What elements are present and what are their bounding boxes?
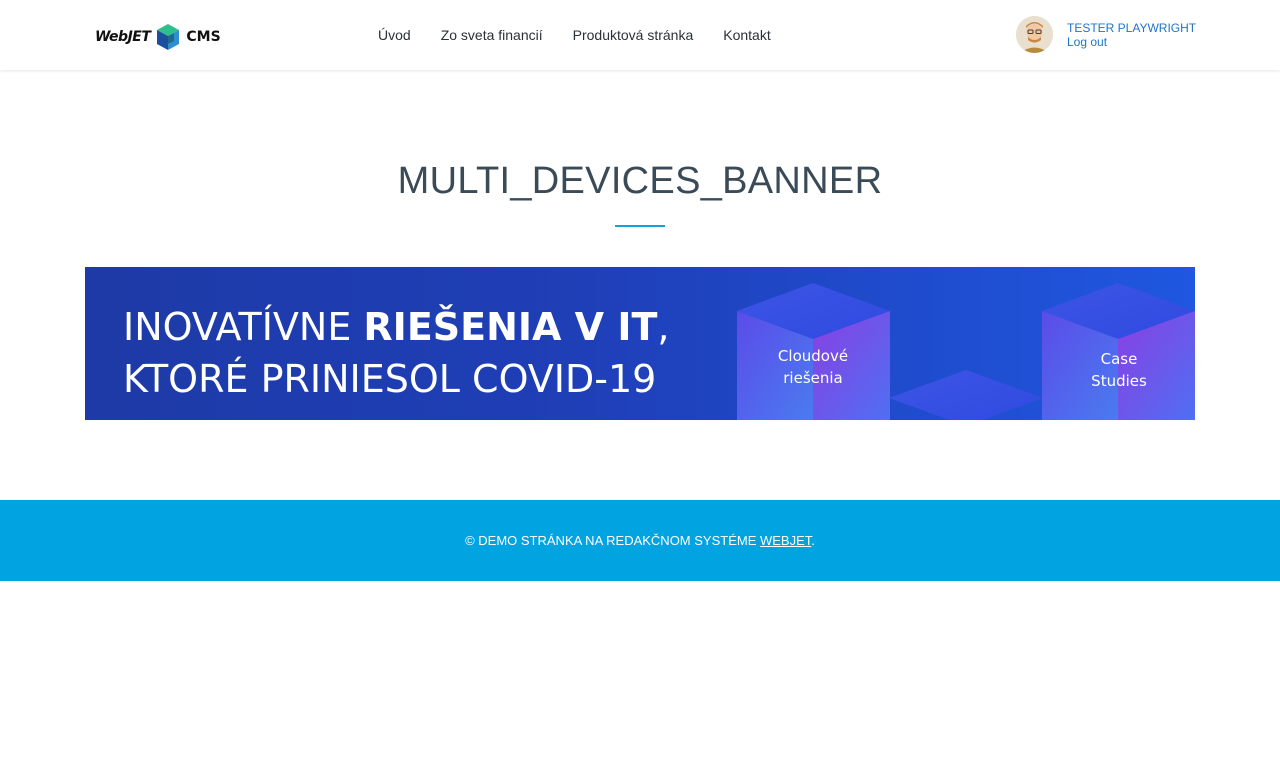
banner-headline-comma: ,	[657, 305, 670, 349]
logo-webjet-text: WebJET	[95, 29, 151, 45]
banner-headline-light: INOVATÍVNE	[123, 305, 364, 349]
footer-copyright-text: © DEMO STRÁNKA NA REDAKČNOM SYSTÉME	[465, 533, 760, 548]
cube-label-case-studies: Case Studies	[1059, 348, 1179, 392]
user-panel: TESTER PLAYWRIGHT Log out	[1016, 16, 1196, 53]
banner-headline-bold: RIEŠENIA V IT	[363, 305, 658, 349]
footer-period: .	[811, 533, 815, 548]
site-header: WebJET CMS Úvod Zo sveta financií Produk…	[0, 0, 1280, 70]
nav-item-produktova-stranka[interactable]: Produktová stránka	[573, 26, 694, 44]
banner-headline-line2: KTORÉ PRINIESOL COVID-19	[123, 357, 657, 401]
multi-devices-banner[interactable]: INOVATÍVNE RIEŠENIA V IT, KTORÉ PRINIESO…	[85, 267, 1195, 420]
main-nav: Úvod Zo sveta financií Produktová stránk…	[378, 26, 801, 44]
logout-link[interactable]: Log out	[1067, 35, 1196, 49]
page-title: MULTI_DEVICES_BANNER	[397, 160, 883, 202]
nav-item-uvod[interactable]: Úvod	[378, 26, 411, 44]
footer-webjet-link[interactable]: WEBJET	[760, 533, 811, 548]
webjet-logo-mark-icon	[157, 24, 180, 50]
cube-label-case-line1: Case	[1100, 350, 1138, 368]
site-footer: © DEMO STRÁNKA NA REDAKČNOM SYSTÉME WEBJ…	[0, 500, 1280, 581]
cube-label-case-line2: Studies	[1091, 372, 1147, 390]
logo-cms-text: CMS	[186, 29, 221, 45]
banner-headline-line1: INOVATÍVNE RIEŠENIA V IT,	[123, 305, 669, 349]
cube-label-cloud-line2: riešenia	[783, 369, 843, 387]
nav-item-zo-sveta-financii[interactable]: Zo sveta financií	[441, 26, 543, 44]
site-logo[interactable]: WebJET CMS	[95, 22, 221, 52]
cube-label-cloud-line1: Cloudové	[777, 347, 849, 365]
cube-label-cloud: Cloudové riešenia	[753, 345, 873, 389]
user-name-link[interactable]: TESTER PLAYWRIGHT	[1067, 21, 1196, 35]
nav-item-kontakt[interactable]: Kontakt	[723, 26, 770, 44]
title-underline	[615, 225, 665, 227]
user-text-block: TESTER PLAYWRIGHT Log out	[1067, 21, 1196, 49]
user-avatar-icon[interactable]	[1016, 16, 1053, 53]
